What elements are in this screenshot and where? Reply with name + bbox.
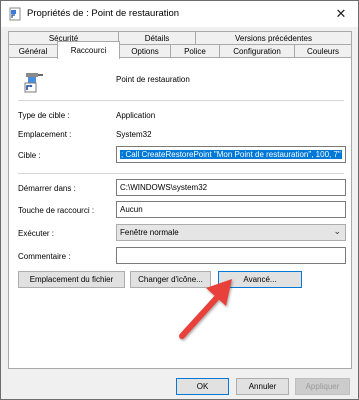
target-value: ; Call CreateRestorePoint "Mon Point de … bbox=[120, 150, 342, 159]
ok-button[interactable]: OK bbox=[176, 378, 229, 395]
run-label: Exécuter : bbox=[18, 229, 55, 238]
window-title: Propriétés de : Point de restauration bbox=[27, 8, 180, 19]
tab-couleurs[interactable]: Couleurs bbox=[294, 44, 352, 58]
type-value: Application bbox=[116, 111, 156, 120]
close-button[interactable]: ✕ bbox=[324, 1, 358, 27]
type-label: Type de cible : bbox=[18, 111, 70, 120]
target-input[interactable]: ; Call CreateRestorePoint "Mon Point de … bbox=[116, 146, 346, 163]
annotation-arrow-icon bbox=[179, 279, 232, 339]
divider bbox=[18, 173, 344, 174]
chevron-down-icon: ⌄ bbox=[333, 226, 341, 236]
hotkey-input[interactable]: Aucun bbox=[116, 201, 346, 218]
start-in-input[interactable]: C:\WINDOWS\system32 bbox=[116, 179, 346, 196]
shortcut-name[interactable]: Point de restauration bbox=[116, 75, 190, 84]
apply-button[interactable]: Appliquer bbox=[295, 378, 350, 395]
start-in-label: Démarrer dans : bbox=[18, 184, 76, 193]
comment-input[interactable] bbox=[116, 247, 346, 264]
shortcut-arrow-icon bbox=[24, 73, 43, 93]
shortcut-file-icon bbox=[9, 7, 21, 21]
tab-details[interactable]: Détails bbox=[118, 31, 196, 45]
tab-versions-precedentes[interactable]: Versions précédentes bbox=[195, 31, 352, 45]
title-bar[interactable]: Propriétés de : Point de restauration ✕ bbox=[1, 1, 358, 27]
location-label: Emplacement : bbox=[18, 130, 72, 139]
hotkey-label: Touche de raccourci : bbox=[18, 206, 95, 215]
cancel-button[interactable]: Annuler bbox=[236, 378, 289, 395]
comment-label: Commentaire : bbox=[18, 252, 71, 261]
tab-general[interactable]: Général bbox=[8, 44, 58, 58]
open-file-location-button[interactable]: Emplacement du fichier bbox=[18, 271, 125, 288]
tab-configuration[interactable]: Configuration bbox=[219, 44, 295, 58]
divider bbox=[18, 100, 344, 101]
tab-raccourci[interactable]: Raccourci bbox=[57, 41, 120, 59]
location-value: System32 bbox=[116, 130, 152, 139]
close-icon: ✕ bbox=[335, 6, 347, 21]
target-label: Cible : bbox=[18, 151, 41, 160]
run-select[interactable]: Fenêtre normale ⌄ bbox=[116, 224, 346, 241]
tab-police[interactable]: Police bbox=[170, 44, 220, 58]
tab-options[interactable]: Options bbox=[119, 44, 171, 58]
